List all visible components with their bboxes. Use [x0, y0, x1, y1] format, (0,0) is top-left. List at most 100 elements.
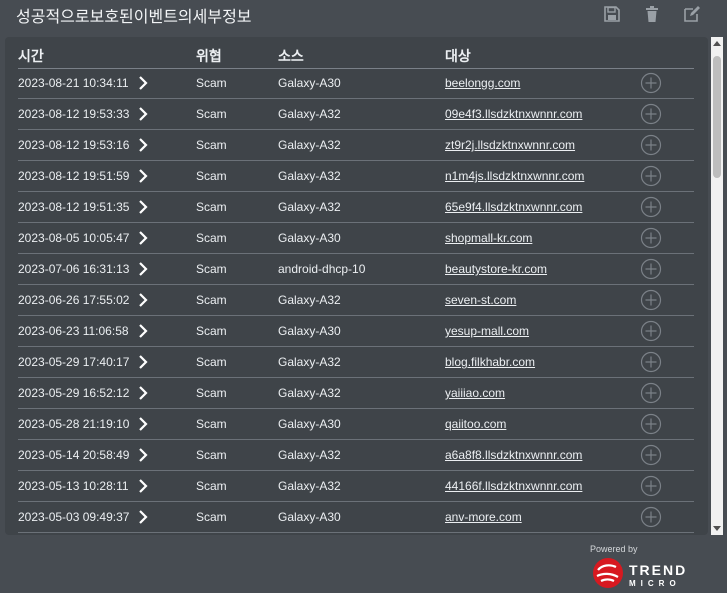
column-header-time[interactable]: 시간: [18, 46, 44, 66]
event-time: 2023-05-29 17:40:17: [18, 355, 130, 369]
add-circle-icon[interactable]: [640, 227, 662, 249]
chevron-right-icon[interactable]: [138, 479, 148, 493]
add-circle-icon[interactable]: [640, 444, 662, 466]
table-header: 시간 위협 소스 대상: [18, 37, 694, 69]
event-threat: Scam: [196, 76, 227, 90]
logo-text-trend: TREND: [629, 562, 688, 578]
event-threat: Scam: [196, 138, 227, 152]
event-time: 2023-06-23 11:06:58: [18, 324, 129, 338]
event-source: Galaxy-A32: [278, 169, 341, 183]
event-source: Galaxy-A30: [278, 510, 341, 524]
add-circle-icon[interactable]: [640, 320, 662, 342]
add-circle-icon[interactable]: [640, 134, 662, 156]
table-row: 2023-05-14 20:58:49 Scam Galaxy-A32 a6a8f8.…: [18, 440, 694, 471]
add-circle-icon[interactable]: [640, 351, 662, 373]
scroll-down-arrow-icon[interactable]: [711, 521, 723, 535]
event-threat: Scam: [196, 262, 227, 276]
table-row: 2023-08-12 19:53:16 Scam Galaxy-A32 zt9r2j.…: [18, 130, 694, 161]
chevron-right-icon[interactable]: [138, 138, 148, 152]
event-time: 2023-08-12 19:51:35: [18, 200, 130, 214]
chevron-right-icon[interactable]: [138, 324, 148, 338]
add-circle-icon[interactable]: [640, 258, 662, 280]
event-target-link[interactable]: beautystore-kr.com: [445, 262, 547, 276]
chevron-right-icon[interactable]: [138, 262, 148, 276]
event-target-link[interactable]: zt9r2j.llsdzktnxwnnr.com: [445, 138, 575, 152]
event-threat: Scam: [196, 417, 227, 431]
powered-by-label: Powered by: [590, 544, 638, 554]
event-threat: Scam: [196, 169, 227, 183]
event-target-link[interactable]: beelongg.com: [445, 76, 520, 90]
event-threat: Scam: [196, 293, 227, 307]
table-row: 2023-05-03 09:49:37 Scam Galaxy-A30 anv-mor…: [18, 502, 694, 533]
chevron-right-icon[interactable]: [138, 76, 148, 90]
chevron-right-icon[interactable]: [138, 169, 148, 183]
add-circle-icon[interactable]: [640, 103, 662, 125]
event-source: Galaxy-A30: [278, 324, 341, 338]
event-source: Galaxy-A32: [278, 355, 341, 369]
column-header-source[interactable]: 소스: [278, 46, 304, 66]
chevron-right-icon[interactable]: [138, 107, 148, 121]
event-threat: Scam: [196, 448, 227, 462]
event-source: Galaxy-A32: [278, 386, 341, 400]
add-circle-icon[interactable]: [640, 165, 662, 187]
table-row: 2023-05-13 10:28:11 Scam Galaxy-A32 44166f.…: [18, 471, 694, 502]
event-source: android-dhcp-10: [278, 262, 366, 276]
event-target-link[interactable]: 65e9f4.llsdzktnxwnnr.com: [445, 200, 582, 214]
event-threat: Scam: [196, 200, 227, 214]
table-row: 2023-08-12 19:53:33 Scam Galaxy-A32 09e4f3.…: [18, 99, 694, 130]
event-source: Galaxy-A30: [278, 231, 341, 245]
table-row: 2023-07-06 16:31:13 Scam android-dhcp-10 be…: [18, 254, 694, 285]
chevron-right-icon[interactable]: [138, 231, 148, 245]
chevron-right-icon[interactable]: [138, 293, 148, 307]
scroll-up-arrow-icon[interactable]: [711, 37, 723, 51]
event-target-link[interactable]: a6a8f8.llsdzktnxwnnr.com: [445, 448, 582, 462]
table-body: 2023-08-21 10:34:11 Scam Galaxy-A30 beelong…: [18, 68, 694, 533]
vertical-scrollbar[interactable]: [711, 37, 723, 535]
table-row: 2023-08-21 10:34:11 Scam Galaxy-A30 beelong…: [18, 68, 694, 99]
add-circle-icon[interactable]: [640, 382, 662, 404]
column-header-target[interactable]: 대상: [445, 46, 471, 66]
event-time: 2023-05-28 21:19:10: [18, 417, 130, 431]
event-target-link[interactable]: n1m4js.llsdzktnxwnnr.com: [445, 169, 584, 183]
event-threat: Scam: [196, 479, 227, 493]
event-target-link[interactable]: 09e4f3.llsdzktnxwnnr.com: [445, 107, 582, 121]
chevron-right-icon[interactable]: [138, 448, 148, 462]
event-target-link[interactable]: 44166f.llsdzktnxwnnr.com: [445, 479, 582, 493]
add-circle-icon[interactable]: [640, 72, 662, 94]
add-circle-icon[interactable]: [640, 289, 662, 311]
logo-text-micro: MICRO: [629, 579, 681, 588]
add-circle-icon[interactable]: [640, 196, 662, 218]
chevron-right-icon[interactable]: [138, 200, 148, 214]
event-target-link[interactable]: yesup-mall.com: [445, 324, 529, 338]
event-target-link[interactable]: anv-more.com: [445, 510, 522, 524]
table-row: 2023-08-12 19:51:35 Scam Galaxy-A32 65e9f4.…: [18, 192, 694, 223]
event-target-link[interactable]: blog.filkhabr.com: [445, 355, 535, 369]
event-time: 2023-07-06 16:31:13: [18, 262, 130, 276]
event-target-link[interactable]: yaiiiao.com: [445, 386, 505, 400]
column-header-threat[interactable]: 위협: [196, 46, 222, 66]
event-source: Galaxy-A32: [278, 293, 341, 307]
edit-icon[interactable]: [683, 5, 701, 23]
table-row: 2023-06-23 11:06:58 Scam Galaxy-A30 yesup-m…: [18, 316, 694, 347]
trash-icon[interactable]: [643, 5, 661, 23]
event-time: 2023-08-12 19:53:33: [18, 107, 130, 121]
chevron-right-icon[interactable]: [138, 510, 148, 524]
scrollbar-thumb[interactable]: [713, 56, 721, 178]
event-source: Galaxy-A32: [278, 448, 341, 462]
event-source: Galaxy-A32: [278, 107, 341, 121]
event-target-link[interactable]: qaiitoo.com: [445, 417, 506, 431]
event-time: 2023-08-12 19:53:16: [18, 138, 130, 152]
add-circle-icon[interactable]: [640, 506, 662, 528]
chevron-right-icon[interactable]: [138, 417, 148, 431]
event-target-link[interactable]: shopmall-kr.com: [445, 231, 532, 245]
event-source: Galaxy-A30: [278, 76, 341, 90]
table-row: 2023-08-12 19:51:59 Scam Galaxy-A32 n1m4js.…: [18, 161, 694, 192]
save-icon[interactable]: [603, 5, 621, 23]
event-source: Galaxy-A32: [278, 138, 341, 152]
event-target-link[interactable]: seven-st.com: [445, 293, 516, 307]
add-circle-icon[interactable]: [640, 475, 662, 497]
event-source: Galaxy-A32: [278, 200, 341, 214]
chevron-right-icon[interactable]: [138, 386, 148, 400]
chevron-right-icon[interactable]: [138, 355, 148, 369]
add-circle-icon[interactable]: [640, 413, 662, 435]
